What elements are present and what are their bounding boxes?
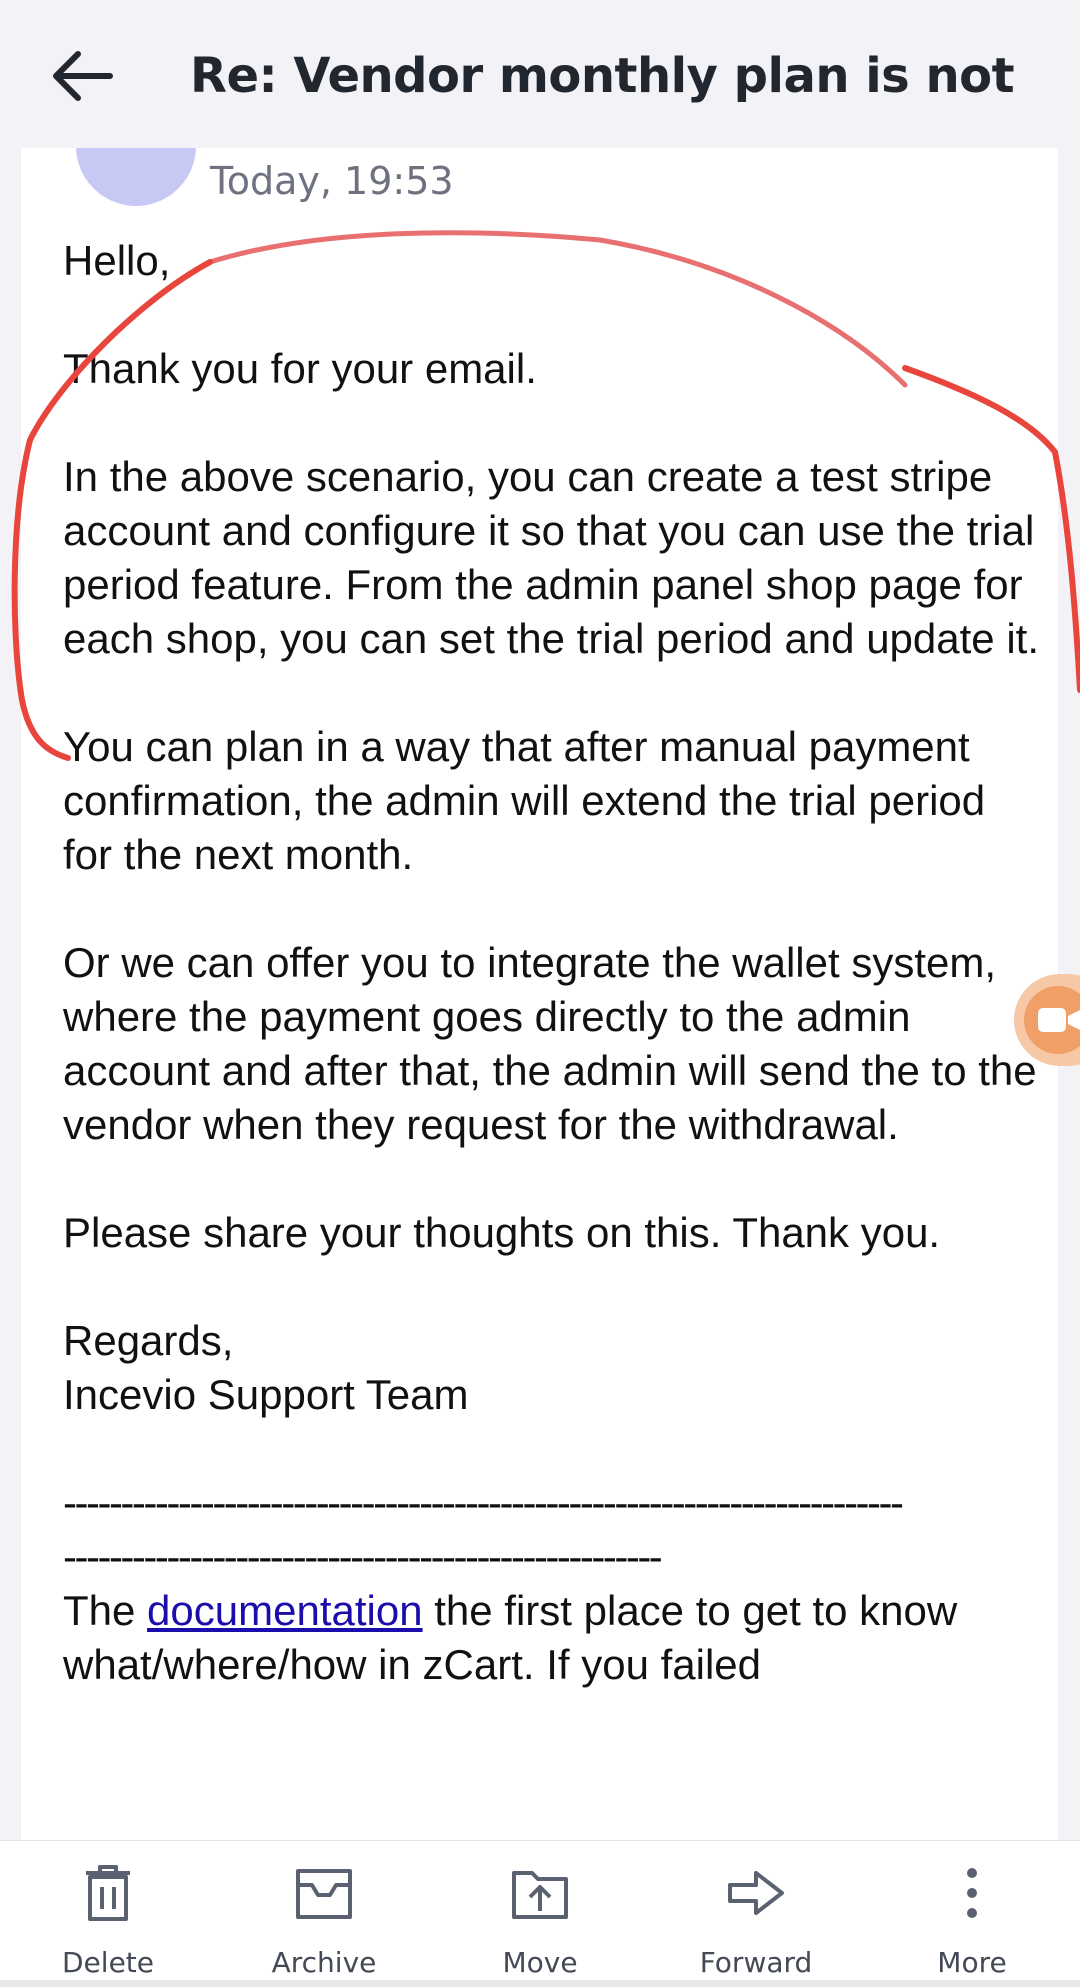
forward-arrow-icon: [728, 1871, 784, 1915]
email-paragraph-2: In the above scenario, you can create a …: [63, 453, 1039, 662]
back-button[interactable]: [48, 40, 120, 112]
top-bar: Re: Vendor monthly plan is not w...: [0, 0, 1080, 148]
archive-label: Archive: [271, 1946, 377, 1979]
move-folder-icon: [512, 1871, 568, 1919]
separator-line-1: ----------------------------------------…: [63, 1479, 904, 1526]
email-paragraph-5: Please share your thoughts on this. Than…: [63, 1209, 941, 1256]
email-signature: Incevio Support Team: [63, 1371, 469, 1418]
archive-button[interactable]: Archive: [216, 1841, 432, 1987]
delete-label: Delete: [62, 1946, 154, 1979]
email-subject-title: Re: Vendor monthly plan is not w...: [190, 48, 1020, 104]
bottom-action-bar: Delete Archive Move Forward More: [0, 1840, 1080, 1987]
floating-record-button[interactable]: [1014, 974, 1080, 1066]
sender-avatar[interactable]: [76, 148, 196, 206]
email-paragraph-3: You can plan in a way that after manual …: [63, 723, 986, 878]
email-footer-text: The documentation the first place to get…: [63, 1584, 1043, 1692]
footer-prefix: The: [63, 1587, 148, 1634]
email-greeting: Hello,: [63, 237, 171, 284]
more-button[interactable]: More: [864, 1841, 1080, 1987]
email-body: Hello, Thank you for your email. In the …: [63, 234, 1043, 1692]
forward-button[interactable]: Forward: [648, 1841, 864, 1987]
email-timestamp: Today, 19:53: [210, 159, 454, 203]
email-paragraph-1: Thank you for your email.: [63, 345, 537, 392]
documentation-link[interactable]: documentation: [147, 1587, 423, 1634]
more-vertical-icon: [967, 1868, 977, 1918]
arrow-left-icon: [53, 51, 113, 101]
archive-icon: [296, 1869, 352, 1919]
email-paragraph-4: Or we can offer you to integrate the wal…: [63, 939, 1037, 1148]
separator-line-2: ----------------------------------------…: [63, 1533, 663, 1580]
move-button[interactable]: Move: [432, 1841, 648, 1987]
delete-button[interactable]: Delete: [0, 1841, 216, 1987]
system-navigation-strip: [0, 1980, 1080, 1987]
move-label: Move: [502, 1946, 578, 1979]
more-label: More: [937, 1946, 1007, 1979]
email-card: Today, 19:53 Hello, Thank you for your e…: [21, 148, 1058, 1840]
email-regards: Regards,: [63, 1317, 234, 1364]
video-camera-icon: [1038, 1008, 1080, 1032]
trash-icon: [86, 1865, 130, 1921]
forward-label: Forward: [699, 1946, 813, 1979]
